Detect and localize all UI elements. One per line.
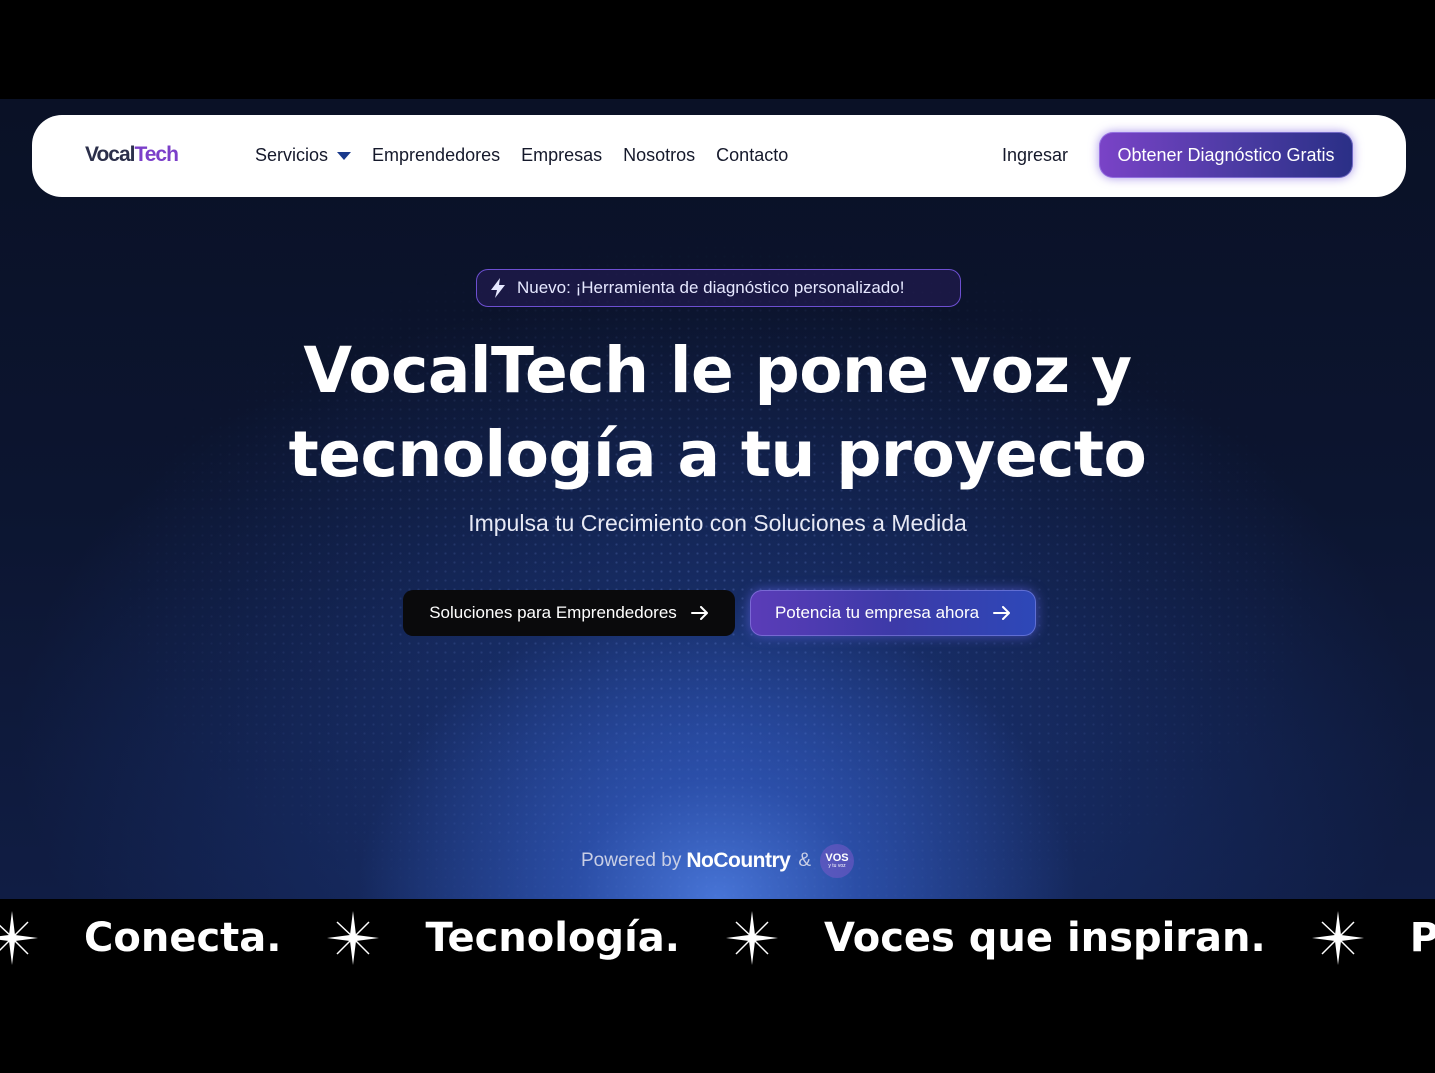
vos-logo[interactable]: VOS y tu voz [820,844,855,878]
powered-by: Powered by NoCountry & VOS y tu voz [0,844,1435,878]
page-title: VocalTech le pone voz y tecnología a tu … [0,329,1435,497]
logo-text-vocal: Vocal [85,143,135,166]
hero-section: VocalTech Servicios Emprendedores Empres… [0,99,1435,899]
arrow-right-icon [993,606,1011,620]
nav-item-label: Servicios [255,145,329,165]
nav-links: Servicios Emprendedores Empresas Nosotro… [255,145,809,166]
nav-item-nosotros[interactable]: Nosotros [623,145,695,166]
sparkle-icon [325,909,381,967]
title-line-2: tecnología a tu proyecto [288,418,1147,491]
vocaltech-logo[interactable]: VocalTech [85,143,179,167]
nav-item-label: Emprendedores [372,145,501,165]
sparkle-icon [724,909,780,967]
marquee-banner: Conecta. Tecnología. Voces que inspiran.… [0,899,1435,979]
chevron-down-icon [337,151,352,160]
logo-text-tech: Tech [134,143,178,166]
subtitle: Impulsa tu Crecimiento con Soluciones a … [468,510,967,536]
title-line-1: VocalTech le pone voz y [303,334,1132,407]
login-link[interactable]: Ingresar [1002,145,1068,166]
nav-item-empresas[interactable]: Empresas [521,145,602,166]
boost-company-button[interactable]: Potencia tu empresa ahora [750,590,1036,636]
nav-item-label: Empresas [521,145,603,165]
nav-item-servicios[interactable]: Servicios [255,145,352,166]
nocountry-logo[interactable]: NoCountry [686,849,791,873]
nav-item-label: Contacto [716,145,789,165]
entrepreneur-solutions-button[interactable]: Soluciones para Emprendedores [403,590,735,636]
badge-text: Nuevo: ¡Herramienta de diagnóstico perso… [517,278,905,297]
navbar: VocalTech Servicios Emprendedores Empres… [32,115,1406,197]
marquee-word: Conecta. [84,915,282,961]
powered-by-label: Powered by [580,850,682,871]
new-feature-badge[interactable]: Nuevo: ¡Herramienta de diagnóstico perso… [476,269,961,307]
marquee-word: Voces que inspiran. [823,915,1266,961]
nav-item-contacto[interactable]: Contacto [716,145,788,166]
vos-logo-subtext: y tu voz [828,863,846,869]
ampersand: & [798,850,812,871]
nav-item-emprendedores[interactable]: Emprendedores [372,145,500,166]
marquee-track: Conecta. Tecnología. Voces que inspiran.… [0,909,1435,967]
free-diagnosis-button[interactable]: Obtener Diagnóstico Gratis [1099,132,1353,178]
sparkle-icon [1310,909,1366,967]
marquee-word: Tecnología. [425,915,680,961]
sparkle-icon [0,909,40,967]
nav-item-label: Nosotros [623,145,696,165]
button-label: Potencia tu empresa ahora [774,603,980,622]
lightning-icon [491,278,505,298]
button-label: Soluciones para Emprendedores [429,603,677,622]
dot-pattern-background [0,99,1435,899]
marquee-word: Persuade co [1409,915,1435,961]
arrow-right-icon [690,606,709,620]
